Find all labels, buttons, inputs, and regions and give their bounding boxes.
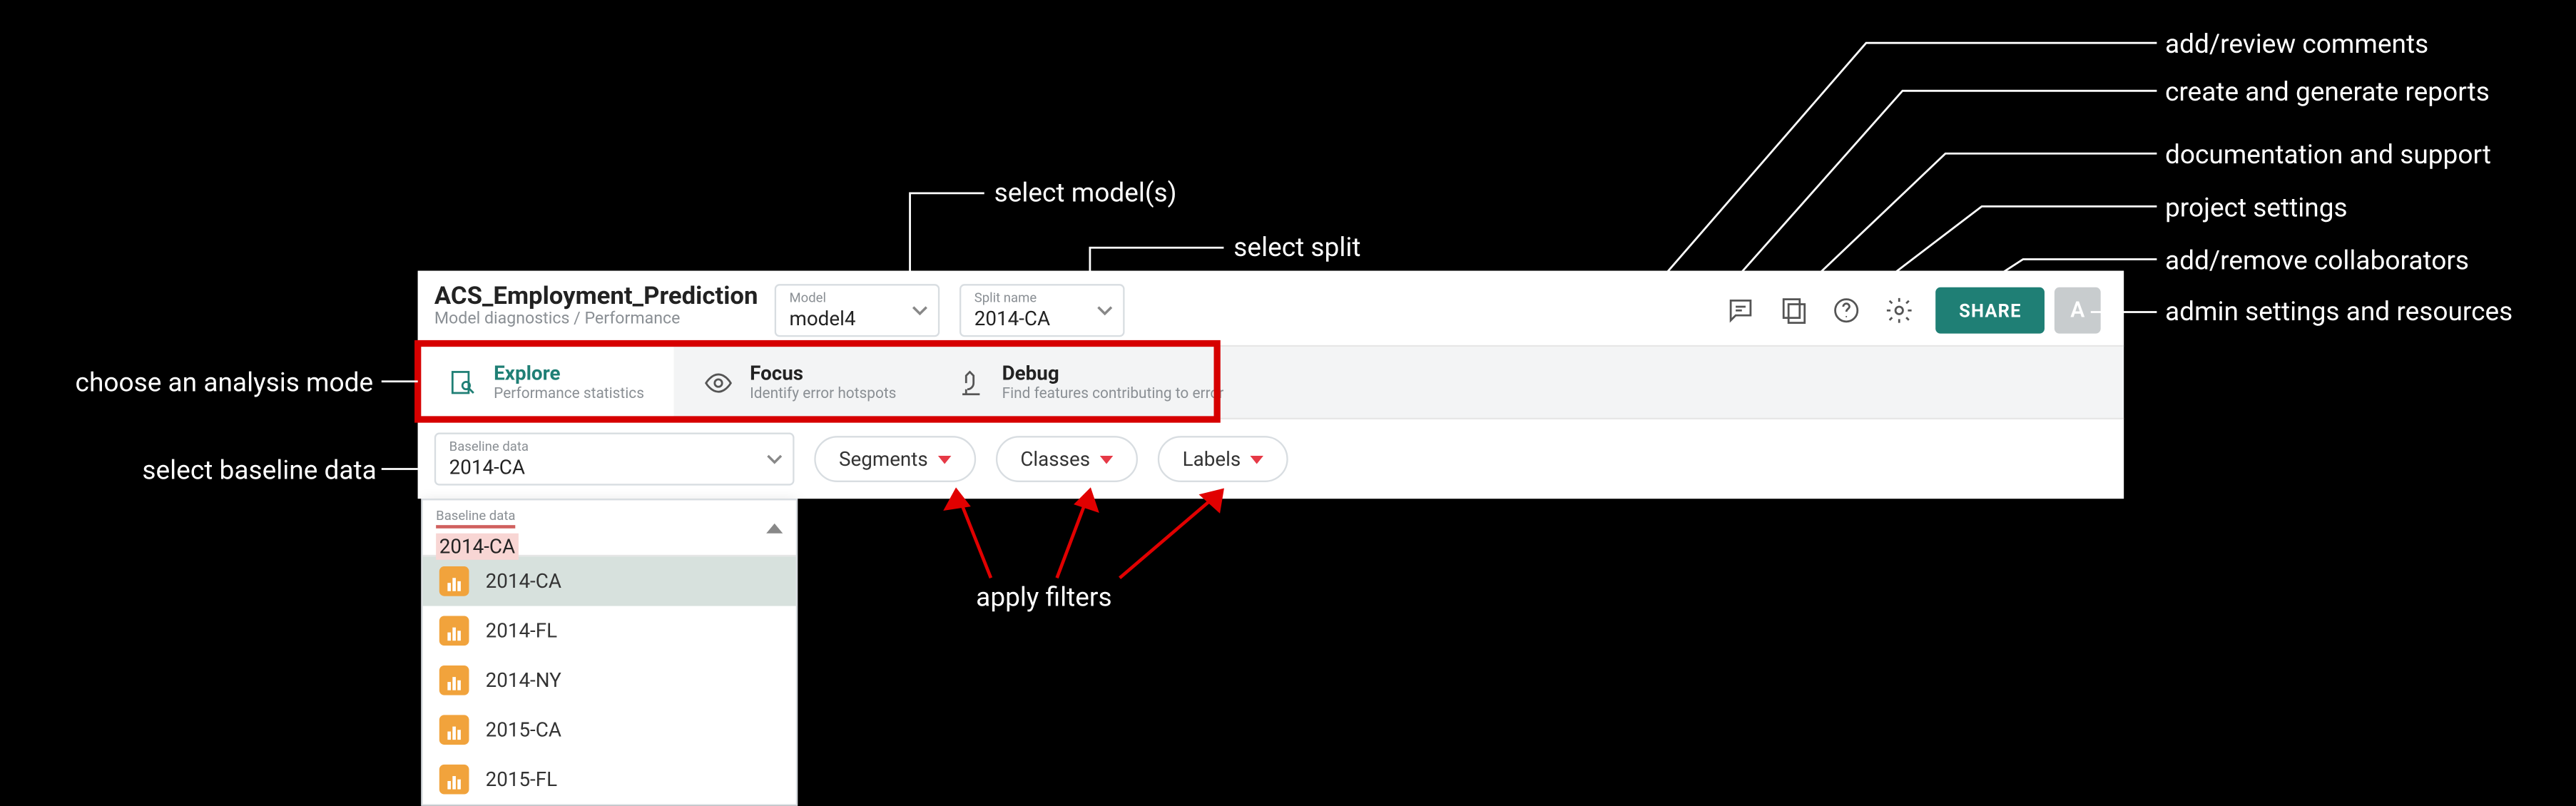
annotation-apply-filters: apply filters bbox=[976, 581, 1111, 613]
dropdown-option[interactable]: 2015-CA bbox=[423, 705, 796, 755]
dropdown-option[interactable]: 2014-FL bbox=[423, 606, 796, 655]
dataset-icon bbox=[439, 616, 469, 646]
dataset-icon bbox=[439, 566, 469, 596]
annotation-select-models: select model(s) bbox=[994, 177, 1325, 208]
baseline-dropdown-label: Baseline data bbox=[436, 509, 515, 529]
annotation-reports: create and generate reports bbox=[2165, 76, 2490, 107]
caret-down-icon bbox=[938, 455, 952, 464]
caret-down-icon bbox=[1251, 455, 1264, 464]
dropdown-option-label: 2014-CA bbox=[486, 570, 561, 593]
analysis-mode-tabs: Explore Performance statistics Focus Ide… bbox=[418, 347, 2124, 419]
dataset-icon bbox=[439, 715, 469, 745]
avatar-initial: A bbox=[2070, 298, 2084, 323]
chevron-down-icon bbox=[1096, 302, 1113, 319]
model-selector-label: Model bbox=[789, 290, 895, 307]
eye-icon bbox=[703, 367, 733, 397]
share-button[interactable]: SHARE bbox=[1936, 287, 2045, 334]
tab-debug-title: Debug bbox=[1002, 361, 1224, 386]
split-selector-label: Split name bbox=[974, 290, 1080, 307]
filter-bar: Baseline data 2014-CA Segments Classes L… bbox=[418, 419, 2124, 499]
annotation-admin: admin settings and resources bbox=[2165, 295, 2513, 327]
baseline-data-selector[interactable]: Baseline data 2014-CA bbox=[434, 433, 795, 486]
dataset-icon bbox=[439, 665, 469, 695]
header-bar: ACS_Employment_Prediction Model diagnost… bbox=[418, 271, 2124, 347]
tab-focus-subtitle: Identify error hotspots bbox=[750, 386, 896, 404]
model-selector-value: model4 bbox=[789, 307, 895, 330]
baseline-dropdown-open: Baseline data 2014-CA 2014-CA 2014-FL 20… bbox=[421, 499, 798, 806]
chevron-up-icon bbox=[766, 523, 783, 533]
chevron-down-icon bbox=[766, 451, 783, 467]
labels-filter[interactable]: Labels bbox=[1158, 436, 1288, 482]
breadcrumb: Model diagnostics / Performance bbox=[434, 310, 758, 330]
tab-focus[interactable]: Focus Identify error hotspots bbox=[674, 347, 926, 418]
baseline-dropdown-value: 2014-CA bbox=[436, 534, 519, 560]
project-title: ACS_Employment_Prediction bbox=[434, 281, 758, 311]
settings-button[interactable] bbox=[1873, 284, 1926, 337]
dataset-icon bbox=[439, 765, 469, 795]
dropdown-option[interactable]: 2014-NY bbox=[423, 655, 796, 705]
microscope-icon bbox=[956, 367, 986, 397]
explore-icon bbox=[447, 367, 477, 397]
annotation-docs: documentation and support bbox=[2165, 138, 2491, 170]
segments-label: Segments bbox=[839, 447, 928, 470]
comments-button[interactable] bbox=[1715, 284, 1768, 337]
baseline-dropdown-header[interactable]: Baseline data 2014-CA bbox=[423, 500, 796, 556]
tab-debug-subtitle: Find features contributing to error bbox=[1002, 386, 1224, 404]
share-button-label: SHARE bbox=[1959, 300, 2021, 321]
tab-explore-title: Explore bbox=[494, 361, 644, 386]
classes-filter[interactable]: Classes bbox=[996, 436, 1139, 482]
annotation-choose-mode: choose an analysis mode bbox=[10, 367, 373, 398]
dropdown-option-label: 2015-CA bbox=[486, 718, 561, 741]
tab-explore-subtitle: Performance statistics bbox=[494, 386, 644, 404]
chevron-down-icon bbox=[912, 302, 928, 319]
help-button[interactable] bbox=[1821, 284, 1873, 337]
baseline-label: Baseline data bbox=[449, 439, 750, 456]
dropdown-option-label: 2014-NY bbox=[486, 669, 561, 692]
tab-debug[interactable]: Debug Find features contributing to erro… bbox=[926, 347, 1253, 418]
dropdown-option-label: 2015-FL bbox=[486, 767, 557, 790]
classes-label: Classes bbox=[1020, 447, 1090, 470]
annotation-comments: add/review comments bbox=[2165, 28, 2428, 59]
reports-button[interactable] bbox=[1768, 284, 1821, 337]
tab-focus-title: Focus bbox=[750, 361, 896, 386]
annotation-select-baseline: select baseline data bbox=[79, 454, 377, 486]
dropdown-option[interactable]: 2014-CA bbox=[423, 556, 796, 606]
annotation-select-split: select split bbox=[1233, 231, 1481, 262]
tab-explore[interactable]: Explore Performance statistics bbox=[418, 347, 674, 418]
caret-down-icon bbox=[1100, 455, 1114, 464]
avatar-button[interactable]: A bbox=[2055, 287, 2101, 334]
model-selector[interactable]: Model model4 bbox=[775, 284, 940, 337]
split-selector-value: 2014-CA bbox=[974, 307, 1080, 330]
title-block: ACS_Employment_Prediction Model diagnost… bbox=[434, 281, 758, 330]
dropdown-option-label: 2014-FL bbox=[486, 619, 557, 642]
dropdown-option[interactable]: 2015-FL bbox=[423, 755, 796, 804]
labels-label: Labels bbox=[1183, 447, 1241, 470]
app-panel: ACS_Employment_Prediction Model diagnost… bbox=[418, 271, 2124, 499]
segments-filter[interactable]: Segments bbox=[814, 436, 976, 482]
baseline-value: 2014-CA bbox=[449, 456, 750, 479]
annotation-settings: project settings bbox=[2165, 192, 2348, 223]
annotation-collaborators: add/remove collaborators bbox=[2165, 245, 2469, 276]
split-selector[interactable]: Split name 2014-CA bbox=[959, 284, 1125, 337]
